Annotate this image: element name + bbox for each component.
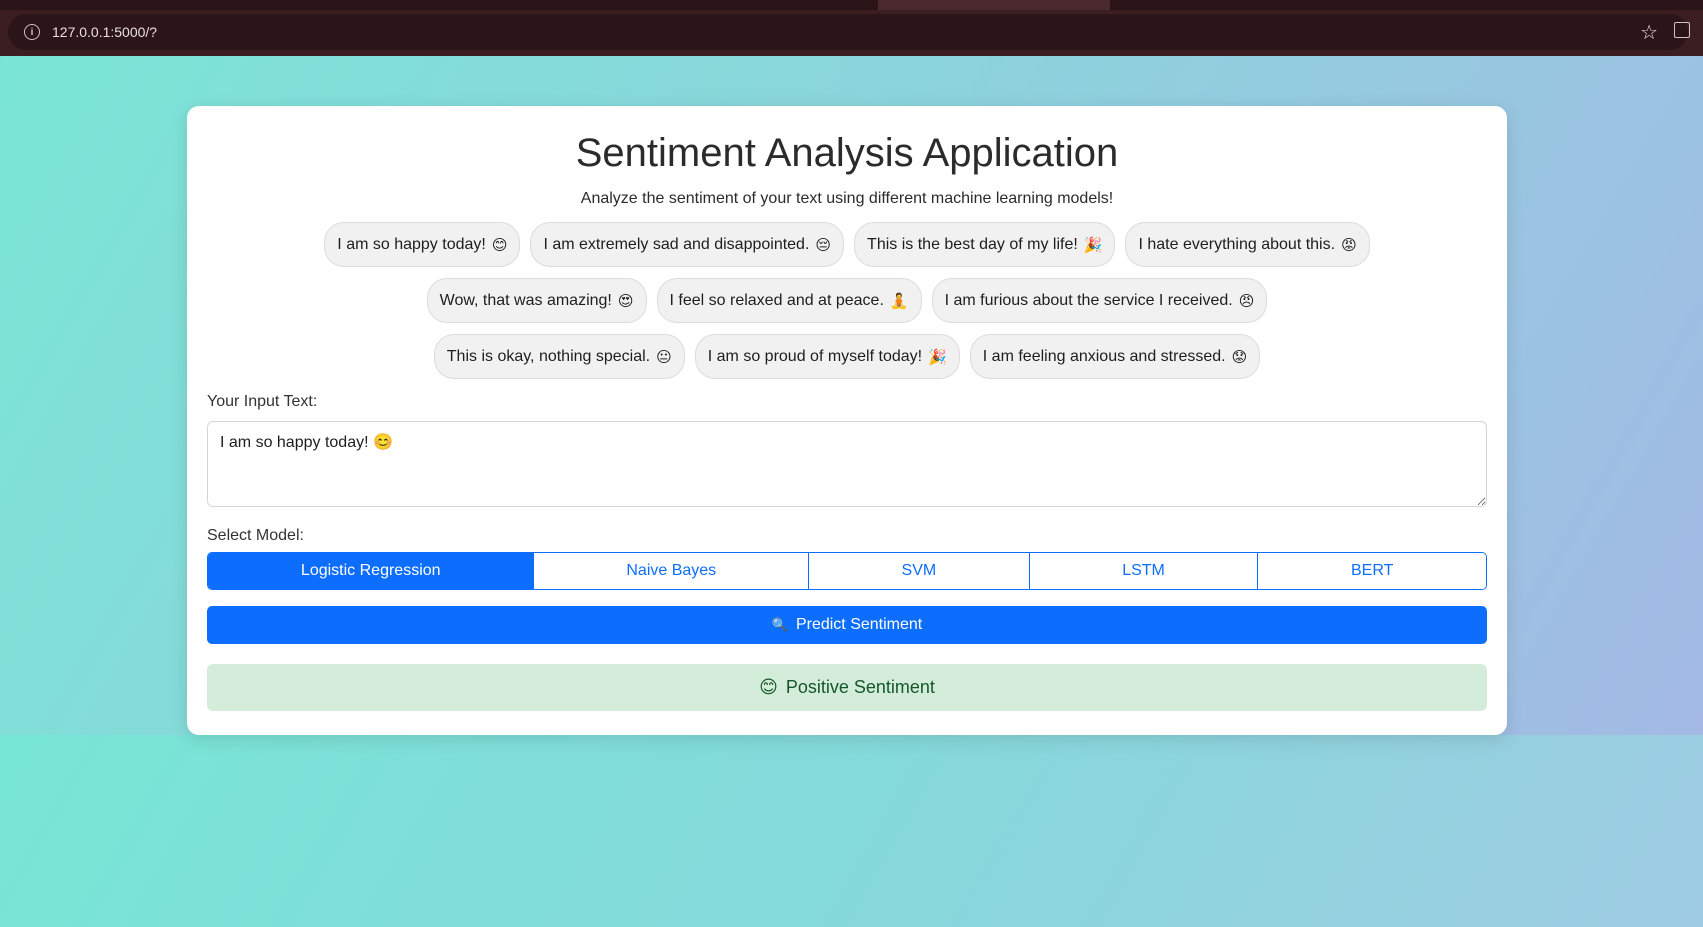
worried-emoji-icon: 😟 [1231,348,1248,366]
example-chip[interactable]: I am so proud of myself today! 🎉 [694,334,960,379]
example-chip[interactable]: This is the best day of my life! 🎉 [854,222,1116,267]
page-title: Sentiment Analysis Application [575,131,1119,175]
example-chip[interactable]: I am extremely sad and disappointed. 😔 [530,222,845,267]
page-subtitle: Analyze the sentiment of your text using… [580,190,1114,207]
address-bar[interactable]: i 127.0.0.1:5000/? ☆ [8,14,1690,50]
url-text[interactable]: 127.0.0.1:5000/? [52,24,157,40]
page-background-lower [0,735,1703,927]
predict-button-label: Predict Sentiment [795,616,923,633]
happy-emoji-icon: 😊 [491,236,508,254]
side-panel-icon[interactable] [1674,22,1690,38]
positive-emoji-icon: 😊 [759,677,778,697]
example-chip[interactable]: I am so happy today! 😊 [324,222,521,267]
angry-emoji-icon: 😡 [1341,236,1357,254]
app-card: Sentiment Analysis Application Analyze t… [187,106,1507,735]
example-chip[interactable]: I feel so relaxed and at peace. 🧘 [656,278,922,323]
neutral-emoji-icon: 😐 [656,348,672,366]
input-text-label: Your Input Text: [207,393,318,410]
furious-emoji-icon: 😠 [1238,292,1255,310]
model-option-lstm[interactable]: LSTM [1028,553,1258,589]
select-model-label: Select Model: [207,527,304,544]
predict-sentiment-button[interactable]: 🔍 Predict Sentiment [207,606,1487,644]
model-option-logistic-regression[interactable]: Logistic Regression [208,553,534,589]
example-chip[interactable]: Wow, that was amazing! 😍 [426,278,647,323]
site-info-icon[interactable]: i [24,24,40,40]
example-chip[interactable]: I am furious about the service I receive… [931,278,1268,323]
bookmark-star-icon[interactable]: ☆ [1640,20,1658,45]
active-tab[interactable] [878,0,1110,10]
example-chip[interactable]: I hate everything about this. 😡 [1125,222,1370,267]
party-popper-icon: 🎉 [1083,236,1103,254]
example-sentences: I am so happy today! 😊 I am extremely sad… [207,222,1487,379]
model-option-bert[interactable]: BERT [1257,553,1486,589]
party-popper-icon: 🎉 [928,348,947,366]
sentiment-result: 😊 Positive Sentiment [207,664,1487,711]
result-label: Positive Sentiment [785,677,935,697]
input-text-area[interactable]: I am so happy today! 😊 [207,421,1487,507]
tab-strip [0,0,1703,10]
example-chip[interactable]: I am feeling anxious and stressed. 😟 [969,334,1261,379]
model-option-svm[interactable]: SVM [808,553,1029,589]
magnifier-icon: 🔍 [771,617,788,632]
model-selector: Logistic Regression Naive Bayes SVM LSTM… [207,552,1487,590]
meditation-icon: 🧘 [889,292,909,310]
heart-eyes-emoji-icon: 😍 [617,292,634,310]
example-chip[interactable]: This is okay, nothing special. 😐 [433,334,685,379]
model-option-naive-bayes[interactable]: Naive Bayes [533,553,809,589]
browser-toolbar: i 127.0.0.1:5000/? ☆ [0,0,1703,56]
sad-emoji-icon: 😔 [815,236,832,254]
